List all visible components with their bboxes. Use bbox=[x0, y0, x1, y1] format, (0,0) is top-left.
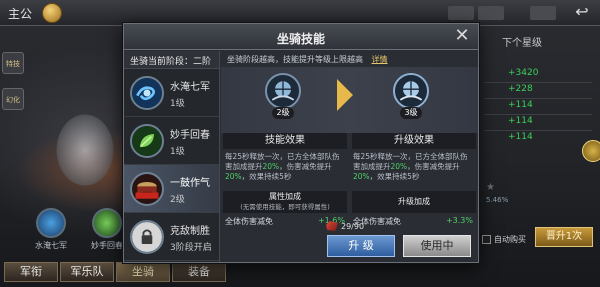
globe-skill-icon bbox=[393, 73, 429, 109]
next-attribute-row: 全体伤害减免 +3.3% bbox=[353, 216, 477, 227]
skill-item-heal[interactable]: 妙手回春 1级 bbox=[124, 117, 219, 165]
next-star-panel: 下个星级 +3420 +228 +114 +114 +114 bbox=[478, 34, 600, 214]
divider bbox=[484, 130, 592, 131]
effect-value: 20% bbox=[262, 162, 280, 171]
star-icon: ★ bbox=[486, 182, 495, 193]
next-level-badge: 3级 bbox=[400, 107, 422, 119]
effect-value: 20% bbox=[225, 172, 242, 181]
skill-level: 3阶段开启 bbox=[170, 243, 212, 253]
upgrade-preview: 2级 3级 bbox=[221, 67, 478, 133]
coin-icon bbox=[42, 3, 62, 23]
dialog-header: 坐骑技能 ✕ bbox=[124, 24, 478, 50]
current-effect-text: 每25秒释放一次，已方全体部队伤害加成提升20%，伤害减免提升20%，效果持续5… bbox=[225, 152, 347, 182]
auto-buy-label: 自动购买 bbox=[494, 235, 526, 244]
mount-skill-dialog: 坐骑技能 ✕ 坐骑当前阶段：二阶 水淹七军 1级 妙手回春 1级 一鼓作气 2级 bbox=[123, 23, 479, 263]
arrow-right-icon bbox=[337, 79, 353, 111]
details-link[interactable]: 详情 bbox=[372, 55, 388, 64]
stat-value: +3420 bbox=[508, 68, 539, 78]
effect-text: ，伤害减免提升 bbox=[407, 162, 460, 171]
effect-value: 20% bbox=[353, 172, 370, 181]
attribute-value: +3.3% bbox=[445, 216, 473, 225]
locked-shield-icon bbox=[130, 220, 164, 254]
tab-special-skill[interactable]: 特技 bbox=[2, 52, 24, 74]
effect-text: ，效果持续5秒 bbox=[241, 172, 292, 181]
skill-list: 坐骑当前阶段：二阶 水淹七军 1级 妙手回春 1级 一鼓作气 2级 克敌制胜 3… bbox=[124, 51, 220, 262]
auto-buy-toggle[interactable]: 自动购买 bbox=[482, 234, 526, 245]
tab-equipment[interactable]: 装备 bbox=[172, 262, 226, 282]
close-icon[interactable]: ✕ bbox=[452, 26, 472, 46]
leaf-heal-icon bbox=[130, 124, 164, 158]
skill-name: 妙手回春 bbox=[170, 130, 210, 141]
effect-value: 20% bbox=[390, 162, 408, 171]
tab-mount[interactable]: 坐骑 bbox=[116, 262, 170, 282]
effect-text: ，伤害减免提升 bbox=[279, 162, 332, 171]
gem-icon bbox=[326, 221, 338, 231]
bottom-tabs: 军衔 军乐队 坐骑 装备 bbox=[4, 262, 226, 282]
stage-info: 坐骑阶段越高，技能提升等级上限越高 详情 bbox=[227, 54, 388, 65]
upgrade-bonus-header: 升级加成 bbox=[352, 191, 476, 213]
tab-transform[interactable]: 幻化 bbox=[2, 88, 24, 110]
skill-name: 水淹七军 bbox=[170, 82, 210, 93]
upgrade-effect-header: 升级效果 bbox=[352, 133, 476, 149]
stat-value: +114 bbox=[508, 132, 533, 142]
divider bbox=[484, 98, 592, 99]
current-stage-label: 坐骑当前阶段：二阶 bbox=[124, 51, 219, 69]
next-effect-text: 每25秒释放一次，已方全体部队伤害加成提升20%，伤害减免提升20%，效果持续5… bbox=[353, 152, 475, 182]
medal-icon[interactable] bbox=[582, 140, 600, 162]
water-swirl-icon bbox=[130, 76, 164, 110]
skill-level: 1级 bbox=[170, 147, 185, 157]
top-title: 主公 bbox=[8, 7, 33, 21]
attribute-bonus-header: 属性加成 (无需使用技能，即可获得属性) bbox=[223, 191, 347, 213]
cost-value: 29/90 bbox=[341, 221, 365, 231]
effect-text: ，效果持续5秒 bbox=[369, 172, 420, 181]
skill-name: 克敌制胜 bbox=[170, 226, 210, 237]
bg-skill-label: 水淹七军 bbox=[35, 241, 67, 250]
upgrade-cost: 29/90 bbox=[326, 221, 364, 231]
tab-band[interactable]: 军乐队 bbox=[60, 262, 114, 282]
resource-slot bbox=[530, 6, 556, 20]
divider bbox=[484, 82, 592, 83]
checkbox[interactable] bbox=[482, 235, 491, 244]
skill-item-drum[interactable]: 一鼓作气 2级 bbox=[124, 165, 219, 213]
water-swirl-icon[interactable] bbox=[36, 208, 66, 238]
next-star-header: 下个星级 bbox=[502, 38, 542, 49]
skill-level: 1级 bbox=[170, 99, 185, 109]
progress-text: 5.46% bbox=[486, 196, 509, 204]
back-icon[interactable]: ↩ bbox=[570, 2, 594, 22]
attribute-bonus-title: 属性加成 bbox=[269, 192, 301, 201]
resource-slot bbox=[448, 6, 474, 20]
resource-slot bbox=[478, 6, 504, 20]
skill-item-locked[interactable]: 克敌制胜 3阶段开启 bbox=[124, 213, 219, 261]
globe-skill-icon bbox=[265, 73, 301, 109]
stat-value: +228 bbox=[508, 84, 533, 94]
skill-level: 2级 bbox=[170, 195, 185, 205]
stage-info-text: 坐骑阶段越高，技能提升等级上限越高 bbox=[227, 55, 363, 64]
promote-button[interactable]: 晋升1次 bbox=[535, 227, 593, 247]
skill-name: 一鼓作气 bbox=[170, 178, 210, 189]
war-drum-icon bbox=[130, 172, 164, 206]
horse-figure bbox=[40, 95, 130, 205]
stat-value: +114 bbox=[508, 100, 533, 110]
upgrade-button[interactable]: 升 级 bbox=[327, 235, 395, 257]
skill-effect-header: 技能效果 bbox=[223, 133, 347, 149]
in-use-button[interactable]: 使用中 bbox=[403, 235, 471, 257]
dialog-title: 坐骑技能 bbox=[276, 32, 325, 46]
skill-item-water[interactable]: 水淹七军 1级 bbox=[124, 69, 219, 117]
divider bbox=[484, 114, 592, 115]
attribute-bonus-note: (无需使用技能，即可获得属性) bbox=[240, 203, 330, 211]
current-level-badge: 2级 bbox=[272, 107, 294, 119]
stat-value: +114 bbox=[508, 116, 533, 126]
attribute-label: 全体伤害减免 bbox=[225, 217, 273, 226]
leaf-heal-icon[interactable] bbox=[92, 208, 122, 238]
tab-rank[interactable]: 军衔 bbox=[4, 262, 58, 282]
